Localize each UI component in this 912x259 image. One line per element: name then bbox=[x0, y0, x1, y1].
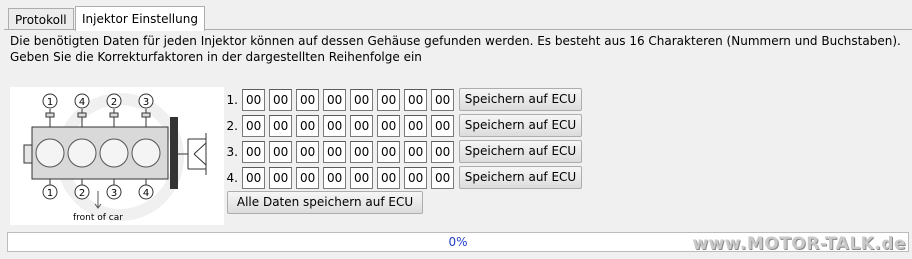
injector-1-byte-8[interactable]: 00 bbox=[431, 89, 454, 111]
top-label-1: 1 bbox=[47, 97, 53, 108]
injector-4-byte-1[interactable]: 00 bbox=[242, 167, 265, 189]
injector-2-number: 2. bbox=[226, 119, 238, 133]
watermark-logo: www.MOTOR-TALK.de bbox=[692, 234, 906, 254]
tab-protokoll[interactable]: Protokoll bbox=[8, 8, 74, 30]
save-injector-1-button[interactable]: Speichern auf ECU bbox=[459, 88, 582, 111]
injector-2-byte-6[interactable]: 00 bbox=[377, 115, 400, 137]
injector-3-byte-4[interactable]: 00 bbox=[323, 141, 346, 163]
front-of-car-label: front of car bbox=[73, 213, 123, 223]
injector-1-number: 1. bbox=[226, 93, 238, 107]
injector-3-byte-2[interactable]: 00 bbox=[269, 141, 292, 163]
injector-4-byte-5[interactable]: 00 bbox=[350, 167, 373, 189]
injector-1-byte-4[interactable]: 00 bbox=[323, 89, 346, 111]
injector-1-byte-5[interactable]: 00 bbox=[350, 89, 373, 111]
injector-1-byte-3[interactable]: 00 bbox=[296, 89, 319, 111]
injector-2-byte-2[interactable]: 00 bbox=[269, 115, 292, 137]
save-injector-3-button[interactable]: Speichern auf ECU bbox=[459, 140, 582, 163]
top-label-3: 2 bbox=[111, 97, 117, 108]
engine-diagram-graphic: 1 4 2 3 1 2 3 4 front of car bbox=[23, 93, 207, 223]
injector-3-byte-1[interactable]: 00 bbox=[242, 141, 265, 163]
injector-2-byte-4[interactable]: 00 bbox=[323, 115, 346, 137]
tab-injektor-einstellung[interactable]: Injektor Einstellung bbox=[75, 6, 205, 31]
injector-3-byte-8[interactable]: 00 bbox=[431, 141, 454, 163]
save-injector-2-button[interactable]: Speichern auf ECU bbox=[459, 114, 582, 137]
injector-4-byte-7[interactable]: 00 bbox=[404, 167, 427, 189]
injector-1-byte-1[interactable]: 00 bbox=[242, 89, 265, 111]
injector-3-byte-5[interactable]: 00 bbox=[350, 141, 373, 163]
injector-4-byte-4[interactable]: 00 bbox=[323, 167, 346, 189]
injector-1-byte-6[interactable]: 00 bbox=[377, 89, 400, 111]
injector-2-byte-5[interactable]: 00 bbox=[350, 115, 373, 137]
save-all-button[interactable]: Alle Daten speichern auf ECU bbox=[227, 191, 423, 214]
injector-4-byte-6[interactable]: 00 bbox=[377, 167, 400, 189]
injector-2-byte-7[interactable]: 00 bbox=[404, 115, 427, 137]
injector-2-byte-8[interactable]: 00 bbox=[431, 115, 454, 137]
injector-2-byte-1[interactable]: 00 bbox=[242, 115, 265, 137]
injector-3-byte-7[interactable]: 00 bbox=[404, 141, 427, 163]
top-label-2: 4 bbox=[79, 97, 85, 108]
injector-4-byte-3[interactable]: 00 bbox=[296, 167, 319, 189]
engine-diagram: 1 4 2 3 1 2 3 4 front of car bbox=[10, 87, 224, 225]
top-label-4: 3 bbox=[143, 97, 149, 108]
injektor-panel: Die benötigten Daten für jeden Injektor … bbox=[4, 29, 912, 225]
bottom-label-1: 1 bbox=[47, 188, 53, 199]
injector-4-byte-2[interactable]: 00 bbox=[269, 167, 292, 189]
bottom-label-4: 4 bbox=[143, 188, 149, 199]
save-injector-4-button[interactable]: Speichern auf ECU bbox=[459, 166, 582, 189]
injector-1-byte-2[interactable]: 00 bbox=[269, 89, 292, 111]
injector-4-number: 4. bbox=[226, 171, 238, 185]
instructions: Die benötigten Daten für jeden Injektor … bbox=[10, 33, 901, 65]
bottom-label-3: 3 bbox=[111, 188, 117, 199]
instructions-line-1: Die benötigten Daten für jeden Injektor … bbox=[10, 34, 901, 48]
injector-3-byte-3[interactable]: 00 bbox=[296, 141, 319, 163]
injector-1-byte-7[interactable]: 00 bbox=[404, 89, 427, 111]
injector-3-byte-6[interactable]: 00 bbox=[377, 141, 400, 163]
injector-4-byte-8[interactable]: 00 bbox=[431, 167, 454, 189]
injector-2-byte-3[interactable]: 00 bbox=[296, 115, 319, 137]
instructions-line-2: Geben Sie die Korrekturfaktoren in der d… bbox=[10, 50, 422, 64]
injector-3-number: 3. bbox=[226, 145, 238, 159]
bottom-label-2: 2 bbox=[79, 188, 85, 199]
